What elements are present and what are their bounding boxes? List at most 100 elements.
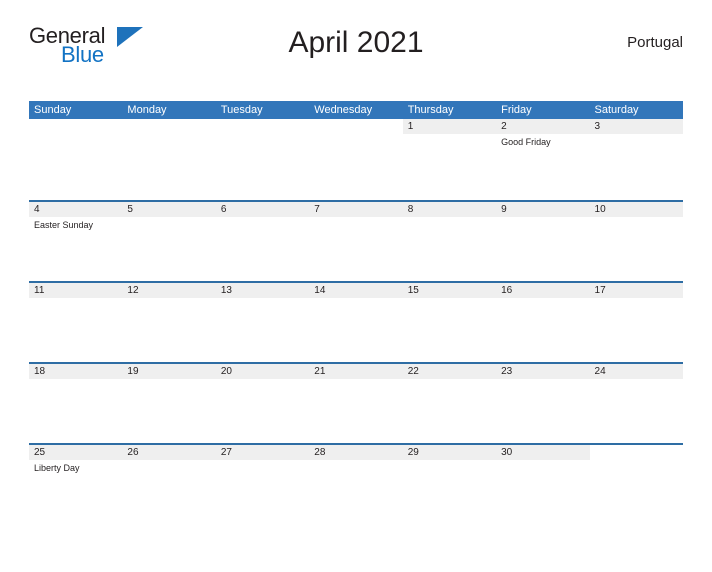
day-band bbox=[496, 119, 590, 134]
day-number: 9 bbox=[501, 204, 507, 215]
calendar-day-cell[interactable] bbox=[122, 119, 215, 200]
day-number: 8 bbox=[407, 204, 414, 215]
day-number: 27 bbox=[220, 447, 232, 458]
calendar-day-cell[interactable]: 6 bbox=[215, 202, 310, 281]
calendar-week-row: 11 12 13 14 15 16 17 bbox=[29, 281, 683, 362]
day-number: 1 bbox=[407, 121, 414, 132]
calendar-day-cell[interactable]: 25 Liberty Day bbox=[29, 445, 123, 524]
day-number: 18 bbox=[34, 366, 46, 377]
day-band bbox=[309, 119, 402, 134]
calendar-day-cell[interactable]: 12 bbox=[122, 283, 216, 362]
day-band bbox=[496, 202, 590, 217]
calendar-day-cell[interactable] bbox=[216, 119, 309, 200]
day-number: 13 bbox=[220, 285, 232, 296]
calendar-day-cell[interactable] bbox=[590, 445, 683, 524]
day-number: 30 bbox=[501, 447, 513, 458]
day-band bbox=[29, 202, 123, 217]
page-title: April 2021 bbox=[288, 26, 424, 59]
day-number: 5 bbox=[127, 204, 133, 215]
day-number: 14 bbox=[314, 285, 326, 296]
day-band bbox=[215, 202, 310, 217]
day-number: 2 bbox=[501, 121, 507, 132]
calendar-day-cell[interactable]: 20 bbox=[215, 364, 310, 443]
calendar-day-cell[interactable]: 13 bbox=[215, 283, 310, 362]
calendar-day-cell[interactable]: 1 bbox=[402, 119, 497, 200]
day-event: Good Friday bbox=[501, 137, 551, 147]
country-label: Portugal bbox=[627, 34, 683, 51]
day-number: 28 bbox=[314, 447, 326, 458]
calendar-day-cell[interactable]: 4 Easter Sunday bbox=[29, 202, 123, 281]
calendar-day-cell[interactable] bbox=[309, 119, 402, 200]
day-number: 26 bbox=[127, 447, 139, 458]
weekday-header-tuesday: Tuesday bbox=[220, 104, 263, 116]
day-event: Easter Sunday bbox=[34, 220, 94, 230]
calendar-week-row: 1 2 Good Friday 3 bbox=[29, 119, 683, 200]
calendar-week-row: 4 Easter Sunday 5 6 7 8 9 10 bbox=[29, 200, 683, 281]
calendar-day-cell[interactable]: 22 bbox=[402, 364, 497, 443]
calendar-day-cell[interactable]: 14 bbox=[309, 283, 403, 362]
calendar-day-cell[interactable]: 5 bbox=[122, 202, 216, 281]
calendar-day-cell[interactable]: 28 bbox=[309, 445, 403, 524]
weekday-header-thursday: Thursday bbox=[407, 104, 454, 116]
day-band bbox=[590, 445, 683, 460]
weekday-header-wednesday: Wednesday bbox=[314, 104, 373, 116]
calendar-day-cell[interactable]: 15 bbox=[402, 283, 497, 362]
calendar-week-row: 25 Liberty Day 26 27 28 29 30 bbox=[29, 443, 683, 524]
day-number: 11 bbox=[34, 285, 45, 296]
calendar-day-cell[interactable]: 21 bbox=[309, 364, 403, 443]
weekday-header-row: Sunday Monday Tuesday Wednesday Thursday… bbox=[29, 101, 683, 119]
day-number: 21 bbox=[314, 366, 326, 377]
weekday-header-monday: Monday bbox=[127, 104, 167, 116]
day-number: 15 bbox=[407, 285, 419, 296]
calendar-day-cell[interactable]: 30 bbox=[496, 445, 590, 524]
calendar-day-cell[interactable]: 23 bbox=[496, 364, 590, 443]
day-band bbox=[402, 119, 497, 134]
day-number: 24 bbox=[594, 366, 606, 377]
weekday-header-friday: Friday bbox=[501, 104, 532, 116]
day-band bbox=[29, 119, 122, 134]
calendar-day-cell[interactable]: 29 bbox=[402, 445, 497, 524]
day-number: 25 bbox=[34, 447, 46, 458]
day-number: 19 bbox=[127, 366, 139, 377]
day-band bbox=[122, 202, 216, 217]
day-number: 17 bbox=[594, 285, 606, 296]
calendar-day-cell[interactable]: 19 bbox=[122, 364, 216, 443]
weekday-header-saturday: Saturday bbox=[594, 104, 639, 116]
calendar-page: General Blue April 2021 Portugal Sunday … bbox=[0, 22, 712, 572]
calendar-week-row: 18 19 20 21 22 23 24 bbox=[29, 362, 683, 443]
calendar-day-cell[interactable]: 2 Good Friday bbox=[496, 119, 590, 200]
page-header: General Blue April 2021 Portugal bbox=[29, 22, 683, 72]
day-number: 10 bbox=[594, 204, 606, 215]
calendar-day-cell[interactable]: 18 bbox=[29, 364, 123, 443]
day-band bbox=[216, 119, 309, 134]
day-band bbox=[402, 202, 497, 217]
weekday-header-sunday: Sunday bbox=[34, 104, 72, 116]
day-number: 12 bbox=[127, 285, 139, 296]
calendar-day-cell[interactable] bbox=[29, 119, 122, 200]
day-event: Liberty Day bbox=[34, 463, 80, 473]
calendar-day-cell[interactable]: 26 bbox=[122, 445, 216, 524]
day-band bbox=[309, 202, 403, 217]
calendar-day-cell[interactable]: 16 bbox=[496, 283, 590, 362]
day-number: 3 bbox=[594, 121, 601, 132]
calendar-day-cell[interactable]: 24 bbox=[589, 364, 683, 443]
day-number: 29 bbox=[407, 447, 419, 458]
calendar-day-cell[interactable]: 27 bbox=[215, 445, 310, 524]
day-number: 20 bbox=[220, 366, 232, 377]
calendar-grid: Sunday Monday Tuesday Wednesday Thursday… bbox=[29, 101, 683, 524]
calendar-day-cell[interactable]: 8 bbox=[402, 202, 497, 281]
day-number: 6 bbox=[220, 204, 227, 215]
day-number: 4 bbox=[34, 204, 40, 215]
calendar-day-cell[interactable]: 9 bbox=[496, 202, 590, 281]
day-number: 22 bbox=[407, 366, 419, 377]
calendar-day-cell[interactable]: 3 bbox=[589, 119, 683, 200]
day-number: 7 bbox=[314, 204, 320, 215]
calendar-day-cell[interactable]: 17 bbox=[589, 283, 683, 362]
day-number: 23 bbox=[501, 366, 513, 377]
calendar-day-cell[interactable]: 10 bbox=[589, 202, 683, 281]
day-band bbox=[122, 119, 215, 134]
calendar-day-cell[interactable]: 11 bbox=[29, 283, 123, 362]
day-number: 16 bbox=[501, 285, 513, 296]
calendar-day-cell[interactable]: 7 bbox=[309, 202, 403, 281]
day-band bbox=[589, 119, 683, 134]
